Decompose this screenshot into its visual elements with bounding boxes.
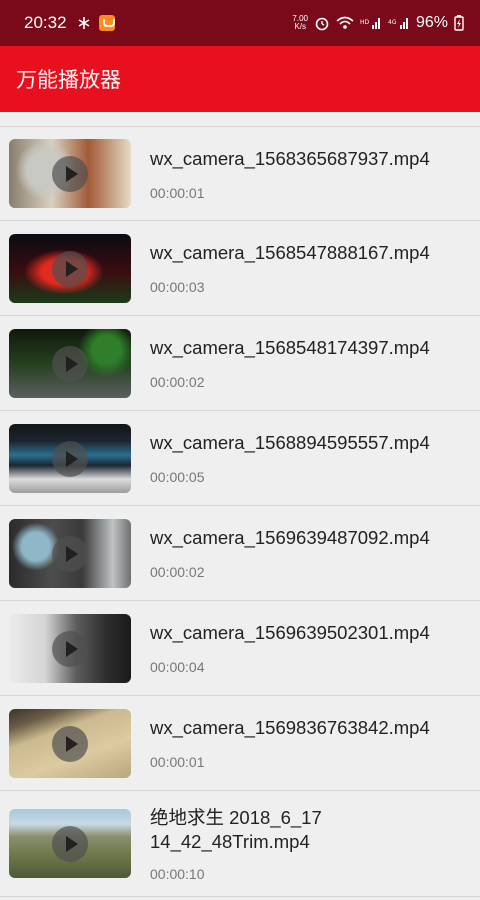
video-list-item[interactable]: 绝地求生 2018_6_17 14_42_48Trim.mp4 00:00:10 xyxy=(0,791,480,897)
video-thumbnail[interactable] xyxy=(9,423,131,493)
video-duration: 00:00:05 xyxy=(150,469,205,485)
video-thumbnail[interactable] xyxy=(9,809,131,878)
video-duration: 00:00:03 xyxy=(150,279,205,295)
video-name: wx_camera_1568547888167.mp4 xyxy=(150,242,430,263)
video-name: wx_camera_1568548174397.mp4 xyxy=(150,337,430,358)
svg-text:HD: HD xyxy=(360,19,370,26)
video-thumbnail[interactable] xyxy=(9,328,131,398)
play-icon xyxy=(52,250,88,287)
svg-text:4G: 4G xyxy=(388,19,397,26)
app-title: 万能播放器 xyxy=(16,68,121,92)
signal-4g-icon: 4G xyxy=(388,18,408,29)
video-duration: 00:00:02 xyxy=(150,564,205,580)
video-name: 绝地求生 2018_6_17 14_42_48Trim.mp4 xyxy=(150,806,322,852)
app-bar: 万能播放器 xyxy=(0,46,480,112)
video-name: wx_camera_1569836763842.mp4 xyxy=(150,717,430,738)
video-duration: 00:00:01 xyxy=(150,754,205,770)
video-list-item[interactable]: wx_camera_1568365687937.mp4 00:00:01 xyxy=(0,126,480,221)
play-icon xyxy=(52,156,88,192)
video-list-item[interactable]: wx_camera_1568548174397.mp4 00:00:02 xyxy=(0,316,480,411)
video-thumbnail[interactable] xyxy=(9,613,131,683)
battery-percent: 96% xyxy=(415,14,448,31)
play-icon xyxy=(52,826,88,862)
video-list-item[interactable]: wx_camera_1569639487092.mp4 00:00:02 xyxy=(0,506,480,601)
video-list-item[interactable]: wx_camera_1568547888167.mp4 00:00:03 xyxy=(0,221,480,316)
video-thumbnail[interactable] xyxy=(9,708,131,778)
video-thumbnail[interactable] xyxy=(9,518,131,588)
play-icon xyxy=(52,630,88,667)
status-time: 20:32 xyxy=(24,13,67,32)
video-duration: 00:00:10 xyxy=(150,865,205,882)
battery-charging-icon xyxy=(454,15,464,31)
signal-hd-icon: HD xyxy=(360,18,380,29)
video-name: wx_camera_1568894595557.mp4 xyxy=(150,432,430,453)
video-thumbnail[interactable] xyxy=(9,139,131,208)
network-speed: 7.00 K/s xyxy=(292,14,308,31)
play-icon xyxy=(52,440,88,477)
video-list-item[interactable]: wx_camera_1569639502301.mp4 00:00:04 xyxy=(0,601,480,696)
video-list: wx_camera_1568365687937.mp4 00:00:01 wx_… xyxy=(0,126,480,897)
play-icon xyxy=(52,725,88,762)
video-name: wx_camera_1569639502301.mp4 xyxy=(150,622,430,643)
snow-icon xyxy=(78,17,89,29)
video-duration: 00:00:02 xyxy=(150,374,205,390)
video-name: wx_camera_1569639487092.mp4 xyxy=(150,527,430,548)
video-name: wx_camera_1568365687937.mp4 xyxy=(150,147,430,169)
video-thumbnail[interactable] xyxy=(9,233,131,303)
status-bar: 20:32 7.00 K/s HD 4G 96% xyxy=(0,0,480,46)
video-list-item[interactable]: wx_camera_1568894595557.mp4 00:00:05 xyxy=(0,411,480,506)
wifi-icon xyxy=(336,16,354,29)
play-icon xyxy=(52,345,88,382)
video-list-item[interactable]: wx_camera_1569836763842.mp4 00:00:01 xyxy=(0,696,480,791)
play-icon xyxy=(52,535,88,572)
alarm-icon xyxy=(315,17,329,31)
video-duration: 00:00:01 xyxy=(150,184,205,201)
video-duration: 00:00:04 xyxy=(150,659,205,675)
app-notification-icon xyxy=(98,15,115,31)
